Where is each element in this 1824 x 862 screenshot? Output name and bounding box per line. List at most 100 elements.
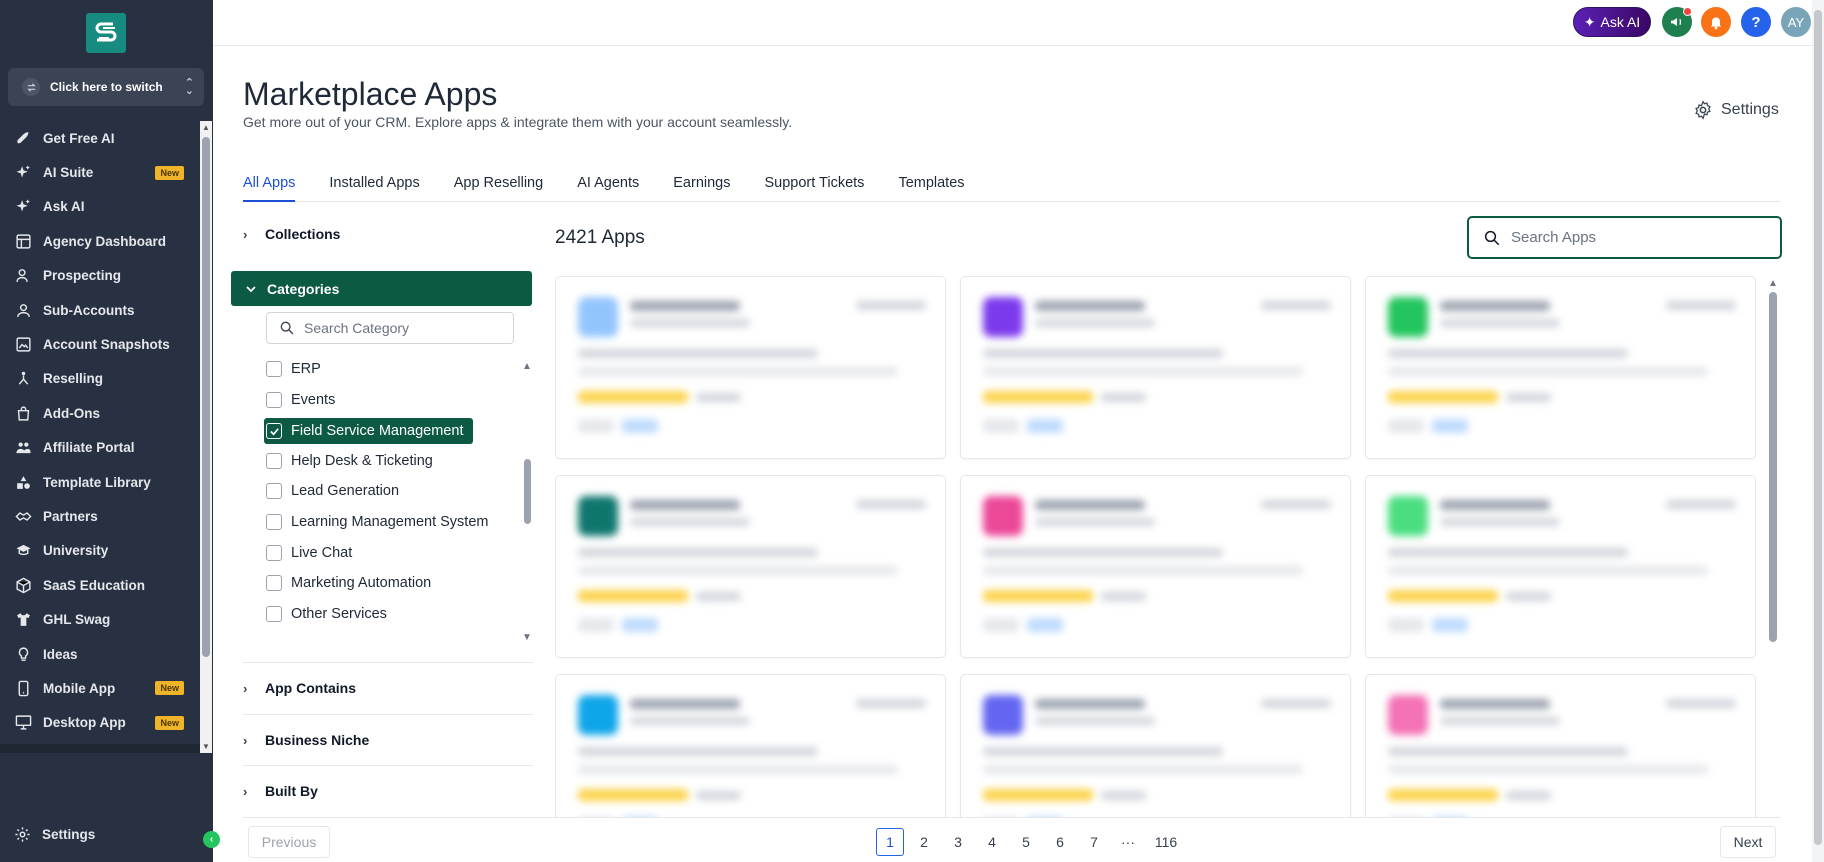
checkbox[interactable] (266, 483, 282, 500)
notifications-button[interactable] (1701, 7, 1731, 37)
category-option[interactable]: Marketing Automation (266, 571, 431, 595)
filter-collections[interactable]: › Collections (243, 226, 533, 242)
page-number[interactable]: 1 (876, 828, 904, 856)
checkbox[interactable] (266, 391, 282, 408)
sidebar-item-ideas[interactable]: Ideas (0, 637, 200, 671)
sidebar-item-ask-ai[interactable]: Ask AI (0, 190, 200, 224)
sidebar-item-desktop-app[interactable]: Desktop App New (0, 706, 200, 740)
sidebar-item-label: AI Suite (43, 165, 94, 181)
page-number[interactable]: 3 (944, 828, 972, 856)
app-card[interactable] (960, 475, 1351, 658)
ask-ai-label: Ask AI (1600, 14, 1641, 30)
page-scrollbar[interactable] (1812, 0, 1824, 862)
sidebar-item-mobile-app[interactable]: Mobile App New (0, 671, 200, 705)
previous-page-button[interactable]: Previous (248, 826, 330, 858)
sidebar-item-affiliate-portal[interactable]: Affiliate Portal (0, 431, 200, 465)
app-card[interactable] (960, 674, 1351, 817)
people-icon (14, 439, 32, 457)
sidebar-settings[interactable]: Settings (14, 826, 95, 843)
sidebar-item-label: Template Library (43, 474, 151, 490)
app-card[interactable] (1365, 475, 1756, 658)
category-list: ERP Events Field Service Management Help De… (260, 356, 520, 641)
filter-business-niche[interactable]: › Business Niche (243, 732, 533, 748)
page-number[interactable]: 7 (1080, 828, 1108, 856)
app-card[interactable] (555, 276, 946, 459)
apps-scrollbar-thumb[interactable] (1769, 292, 1777, 642)
tab-all-apps[interactable]: All Apps (243, 170, 296, 202)
sidebar-item-get-free-ai[interactable]: Get Free AI (0, 121, 200, 155)
marketplace-settings-button[interactable]: Settings (1693, 100, 1779, 120)
app-card[interactable] (555, 674, 946, 817)
category-option[interactable]: Learning Management System (266, 510, 488, 534)
checkbox[interactable] (266, 361, 282, 377)
sidebar-item-account-snapshots[interactable]: Account Snapshots (0, 327, 200, 361)
page-number[interactable]: 4 (978, 828, 1006, 856)
help-button[interactable]: ? (1741, 7, 1771, 37)
sidebar-item-ai-suite[interactable]: AI Suite New (0, 155, 200, 189)
page-number[interactable]: 2 (910, 828, 938, 856)
app-card[interactable] (960, 276, 1351, 459)
filter-collections-label: Collections (265, 226, 341, 242)
category-search-input[interactable]: Search Category (266, 312, 514, 344)
sidebar-item-prospecting[interactable]: Prospecting (0, 259, 200, 293)
category-option[interactable]: Lead Generation (266, 479, 399, 503)
checkbox[interactable] (266, 575, 282, 592)
sidebar-item-reselling[interactable]: Reselling (0, 362, 200, 396)
tab-templates[interactable]: Templates (898, 170, 964, 202)
category-option[interactable]: ERP (266, 357, 321, 381)
new-badge: New (155, 715, 184, 730)
app-card[interactable] (555, 475, 946, 658)
ask-ai-button[interactable]: ✦ Ask AI (1573, 7, 1651, 37)
collapse-sidebar-button[interactable]: ‹ (203, 831, 220, 848)
sidebar-item-template-library[interactable]: Template Library (0, 465, 200, 499)
scroll-down-icon[interactable]: ▼ (202, 742, 210, 751)
account-switcher[interactable]: Click here to switch ⌃ ⌄ (8, 68, 204, 106)
page-number[interactable]: 6 (1046, 828, 1074, 856)
brand-logo[interactable] (86, 13, 126, 53)
app-card[interactable] (1365, 276, 1756, 459)
notification-dot (1683, 7, 1692, 16)
sidebar-scrollbar[interactable]: ▲ ▼ (200, 121, 212, 753)
category-label: Field Service Management (291, 423, 464, 440)
tab-earnings[interactable]: Earnings (673, 170, 730, 202)
apps-scrollbar[interactable]: ▲ (1768, 276, 1778, 816)
tab-app-reselling[interactable]: App Reselling (454, 170, 543, 202)
checkbox[interactable] (266, 452, 282, 469)
checkbox[interactable] (266, 544, 282, 561)
checkbox[interactable] (266, 514, 282, 530)
settings-label: Settings (1721, 101, 1779, 118)
filter-categories[interactable]: Categories (231, 271, 532, 306)
sidebar-item-university[interactable]: University (0, 534, 200, 568)
sidebar-item-partners[interactable]: Partners (0, 499, 200, 533)
sidebar-item-ghl-swag[interactable]: GHL Swag (0, 602, 200, 636)
category-scroll-down-icon[interactable]: ▼ (522, 632, 532, 643)
filter-built-by[interactable]: › Built By (243, 783, 533, 799)
tab-ai-agents[interactable]: AI Agents (577, 170, 639, 202)
category-option[interactable]: Help Desk & Ticketing (266, 449, 433, 473)
tab-support-tickets[interactable]: Support Tickets (765, 170, 865, 202)
category-scrollbar-thumb[interactable] (524, 459, 531, 524)
avatar[interactable]: AY (1781, 7, 1811, 37)
category-option[interactable]: Other Services (266, 602, 387, 626)
category-option[interactable]: Live Chat (266, 541, 352, 565)
sidebar-item-sub-accounts[interactable]: Sub-Accounts (0, 293, 200, 327)
tab-installed-apps[interactable]: Installed Apps (329, 170, 419, 202)
app-card[interactable] (1365, 674, 1756, 817)
scroll-up-icon[interactable]: ▲ (202, 123, 210, 132)
search-apps-input[interactable]: Search Apps (1467, 216, 1782, 259)
page-scrollbar-thumb[interactable] (1814, 10, 1822, 845)
category-scroll-up-icon[interactable]: ▲ (522, 361, 532, 372)
category-option[interactable]: Events (266, 388, 335, 412)
sidebar-item-saas-education[interactable]: SaaS Education (0, 568, 200, 602)
checkbox-checked[interactable] (266, 423, 282, 440)
filter-app-contains[interactable]: › App Contains (243, 680, 533, 696)
scroll-up-icon[interactable]: ▲ (1768, 278, 1778, 289)
page-number[interactable]: 116 (1148, 828, 1184, 856)
checkbox[interactable] (266, 605, 282, 622)
sidebar-item-add-ons[interactable]: Add-Ons (0, 396, 200, 430)
next-page-button[interactable]: Next (1720, 826, 1776, 858)
category-option[interactable]: Field Service Management (264, 418, 474, 445)
sidebar-item-agency-dashboard[interactable]: Agency Dashboard (0, 224, 200, 258)
page-number[interactable]: 5 (1012, 828, 1040, 856)
scrollbar-thumb[interactable] (202, 137, 210, 657)
